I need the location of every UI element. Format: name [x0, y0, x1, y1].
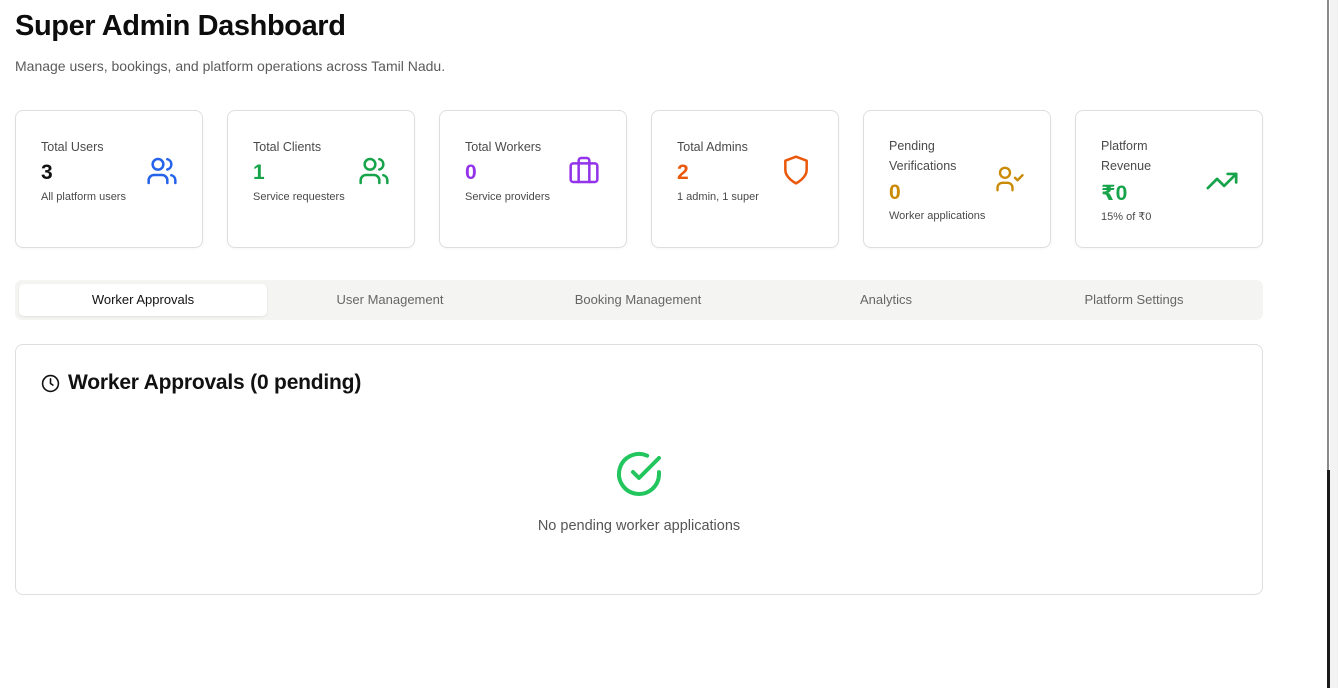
page: Super Admin Dashboard Manage users, book… — [0, 0, 1339, 688]
stat-card-total-clients: Total Clients 1 Service requesters — [227, 110, 415, 248]
stat-desc: Service requesters — [253, 191, 345, 203]
stat-value: 3 — [41, 161, 53, 184]
users-icon — [146, 155, 178, 187]
stat-desc: 1 admin, 1 super — [677, 191, 759, 203]
stat-value: 1 — [253, 161, 265, 184]
scrollbar-track — [1330, 0, 1338, 688]
stat-desc: All platform users — [41, 191, 126, 203]
scrollbar-thumb-lower[interactable] — [1327, 470, 1330, 688]
stat-label: Total Admins — [677, 140, 748, 154]
vertical-scrollbar[interactable] — [1327, 0, 1339, 688]
tab-bar: Worker Approvals User Management Booking… — [15, 280, 1263, 320]
stat-label-line1: Platform — [1101, 139, 1148, 153]
stat-desc: Worker applications — [889, 210, 986, 222]
user-check-icon — [995, 164, 1025, 194]
tab-analytics[interactable]: Analytics — [762, 284, 1010, 316]
stat-desc: 15% of ₹0 — [1101, 211, 1152, 223]
worker-approvals-panel: Worker Approvals (0 pending) No pending … — [15, 344, 1263, 595]
tab-booking-management[interactable]: Booking Management — [514, 284, 762, 316]
stat-label-line2: Verifications — [889, 159, 957, 173]
stat-value: ₹0 — [1101, 182, 1128, 205]
stat-card-total-users: Total Users 3 All platform users — [15, 110, 203, 248]
empty-state-message: No pending worker applications — [537, 518, 741, 534]
panel-header: Worker Approvals (0 pending) — [41, 371, 361, 395]
stat-card-pending-verifications: Pending Verifications 0 Worker applicati… — [863, 110, 1051, 248]
stat-value: 0 — [889, 181, 901, 204]
page-title: Super Admin Dashboard — [15, 10, 346, 42]
scrollbar-thumb[interactable] — [1327, 0, 1329, 470]
check-circle-icon — [615, 450, 663, 498]
shield-icon — [780, 154, 812, 186]
stat-label-line2: Revenue — [1101, 159, 1152, 173]
trending-up-icon — [1205, 164, 1239, 198]
stat-label: Total Workers — [465, 140, 542, 154]
stat-label: Total Users — [41, 140, 104, 154]
stat-card-total-admins: Total Admins 2 1 admin, 1 super — [651, 110, 839, 248]
users-icon — [358, 155, 390, 187]
stat-desc: Service providers — [465, 191, 550, 203]
clock-icon — [41, 374, 60, 393]
stat-label-line1: Pending — [889, 139, 935, 153]
tab-user-management[interactable]: User Management — [266, 284, 514, 316]
stat-card-platform-revenue: Platform Revenue ₹0 15% of ₹0 — [1075, 110, 1263, 248]
page-subtitle: Manage users, bookings, and platform ope… — [15, 58, 446, 74]
tab-platform-settings[interactable]: Platform Settings — [1010, 284, 1258, 316]
tab-worker-approvals[interactable]: Worker Approvals — [19, 284, 267, 316]
briefcase-icon — [568, 154, 600, 186]
panel-title: Worker Approvals (0 pending) — [68, 371, 362, 394]
stat-label: Total Clients — [253, 140, 322, 154]
stat-card-total-workers: Total Workers 0 Service providers — [439, 110, 627, 248]
stat-value: 0 — [465, 161, 477, 184]
stat-value: 2 — [677, 161, 689, 184]
